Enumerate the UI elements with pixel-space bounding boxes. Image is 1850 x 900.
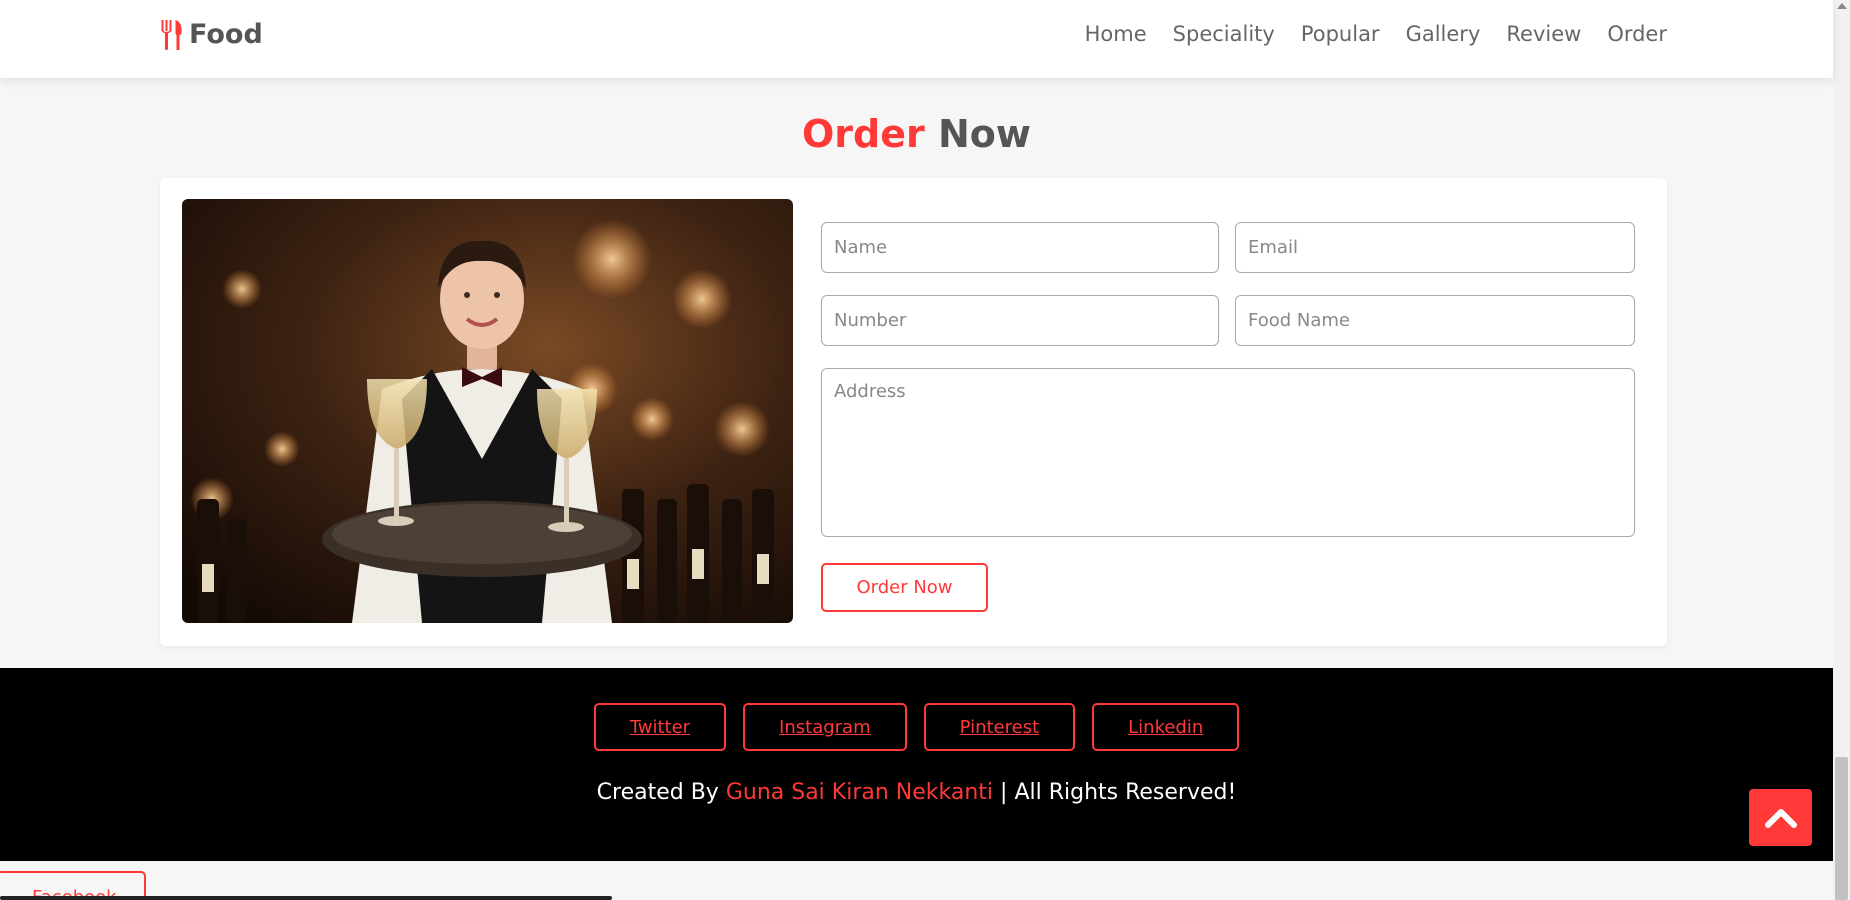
order-image [182, 199, 793, 623]
logo-text: Food [189, 19, 263, 50]
main-nav: Home Speciality Popular Gallery Review O… [1085, 22, 1667, 46]
chevron-up-icon [1764, 808, 1797, 828]
order-card: Order Now [160, 178, 1667, 646]
utensils-icon [161, 19, 182, 50]
waiter-photo [182, 199, 793, 623]
site-footer: Twitter Instagram Pinterest Linkedin Cre… [0, 668, 1833, 861]
bottom-bar [0, 896, 612, 900]
footer-credit: Created By Guna Sai Kiran Nekkanti | All… [0, 780, 1833, 805]
twitter-link[interactable]: Twitter [593, 703, 727, 751]
scroll-up-arrow-icon[interactable] [1837, 3, 1847, 9]
site-header: Food Home Speciality Popular Gallery Rev… [0, 0, 1833, 78]
scrollbar-thumb[interactable] [1835, 757, 1848, 900]
credit-suffix: | All Rights Reserved! [993, 780, 1237, 805]
order-heading-accent: Order [801, 112, 925, 156]
address-textarea[interactable] [821, 368, 1635, 537]
food-name-input[interactable] [1235, 295, 1635, 346]
pinterest-link[interactable]: Pinterest [923, 703, 1076, 751]
order-heading-rest: Now [924, 112, 1031, 156]
page-scrollbar[interactable] [1833, 0, 1850, 900]
order-now-button[interactable]: Order Now [821, 563, 988, 612]
name-input[interactable] [821, 222, 1219, 273]
social-links: Twitter Instagram Pinterest Linkedin [0, 703, 1833, 751]
credit-prefix: Created By [596, 780, 726, 805]
linkedin-link[interactable]: Linkedin [1092, 703, 1240, 751]
nav-home[interactable]: Home [1085, 22, 1147, 46]
number-input[interactable] [821, 295, 1219, 346]
order-heading: Order Now [0, 112, 1833, 156]
nav-popular[interactable]: Popular [1301, 22, 1380, 46]
nav-gallery[interactable]: Gallery [1406, 22, 1481, 46]
credit-author: Guna Sai Kiran Nekkanti [725, 780, 994, 805]
logo-link[interactable]: Food [159, 19, 263, 50]
instagram-link[interactable]: Instagram [743, 703, 907, 751]
scroll-top-button[interactable] [1749, 789, 1812, 846]
nav-speciality[interactable]: Speciality [1173, 22, 1275, 46]
nav-order[interactable]: Order [1607, 22, 1667, 46]
nav-review[interactable]: Review [1506, 22, 1581, 46]
email-input[interactable] [1235, 222, 1635, 273]
